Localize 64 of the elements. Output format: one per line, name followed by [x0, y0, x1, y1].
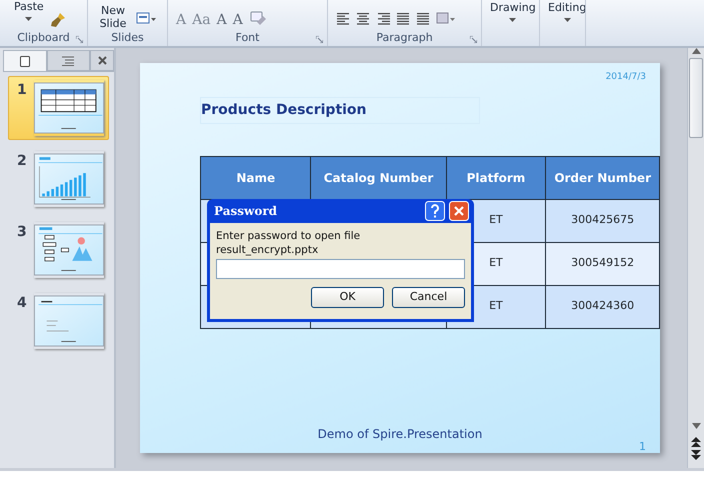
table-cell: 300549152: [546, 242, 660, 285]
outline-tab[interactable]: [46, 50, 90, 71]
password-field[interactable]: [216, 259, 465, 279]
editing-button[interactable]: Editing: [548, 1, 585, 22]
caret-icon: [25, 17, 32, 21]
slide-number: 3: [17, 223, 28, 242]
previous-slide-icon[interactable]: [691, 437, 701, 447]
dialog-title: Password: [214, 203, 278, 220]
align-right-icon[interactable]: [376, 12, 390, 26]
slides-tab[interactable]: [3, 50, 47, 71]
font-button[interactable]: A: [232, 10, 243, 31]
slide-date: 2014/7/3: [606, 71, 646, 84]
column-header: Order Number: [546, 156, 660, 199]
file-name: result_encrypt.pptx: [216, 243, 320, 257]
text-box-icon[interactable]: [436, 10, 456, 26]
column-header: Name: [200, 156, 311, 199]
cancel-button[interactable]: Cancel: [392, 287, 465, 308]
slide-number: 4: [17, 294, 28, 313]
group-label: Clipboard: [17, 30, 70, 46]
slide-number: 2: [17, 152, 28, 171]
scroll-thumb[interactable]: [689, 58, 703, 138]
clear-format-icon[interactable]: [248, 10, 267, 26]
layout-icon[interactable]: [136, 12, 156, 26]
slide-thumbnail[interactable]: [34, 151, 104, 207]
slide-item[interactable]: 1: [8, 76, 109, 140]
group-label: Font: [236, 30, 260, 46]
font-button[interactable]: A: [216, 10, 227, 31]
close-icon[interactable]: [449, 201, 469, 221]
close-icon: [98, 56, 107, 65]
ok-button[interactable]: OK: [311, 287, 384, 308]
slide-item[interactable]: 3: [8, 218, 109, 282]
new-slide-button[interactable]: New Slide: [96, 4, 130, 30]
table-cell: 300425675: [546, 199, 660, 242]
slide-thumbnail[interactable]: [34, 222, 104, 278]
slide-thumbnail[interactable]: [34, 80, 104, 136]
group-label: Slides: [111, 30, 144, 46]
column-header: Catalog Number: [310, 156, 446, 199]
table-cell: 300424360: [546, 285, 660, 328]
caret-icon: [564, 18, 571, 22]
align-center-icon[interactable]: [356, 12, 370, 26]
slide-title: Products Description: [200, 96, 480, 124]
scroll-down-icon[interactable]: [692, 423, 700, 429]
next-slide-icon[interactable]: [691, 450, 701, 460]
group-label: Paragraph: [376, 30, 433, 46]
align-left-icon[interactable]: [336, 12, 350, 26]
justify-icon[interactable]: [396, 12, 410, 26]
slide-item[interactable]: 4: [8, 289, 109, 353]
dialog-launcher-icon[interactable]: [470, 36, 477, 43]
paste-button[interactable]: Paste: [14, 0, 44, 21]
column-header: Platform: [446, 156, 546, 199]
dialog-message: Enter password to open file: [216, 229, 362, 243]
slide-item[interactable]: 2: [8, 147, 109, 211]
slide-number: 1: [17, 81, 28, 100]
help-icon[interactable]: [425, 201, 445, 221]
dialog-launcher-icon[interactable]: [76, 36, 83, 43]
slide-icon: [20, 56, 30, 66]
format-painter-icon[interactable]: [50, 12, 66, 28]
columns-icon[interactable]: [416, 12, 430, 26]
dialog-launcher-icon[interactable]: [316, 36, 323, 43]
close-button[interactable]: [90, 50, 114, 71]
drawing-button[interactable]: Drawing: [490, 1, 536, 22]
slide-thumbnail[interactable]: [34, 293, 104, 349]
caret-icon: [509, 18, 516, 22]
outline-icon: [62, 56, 74, 66]
